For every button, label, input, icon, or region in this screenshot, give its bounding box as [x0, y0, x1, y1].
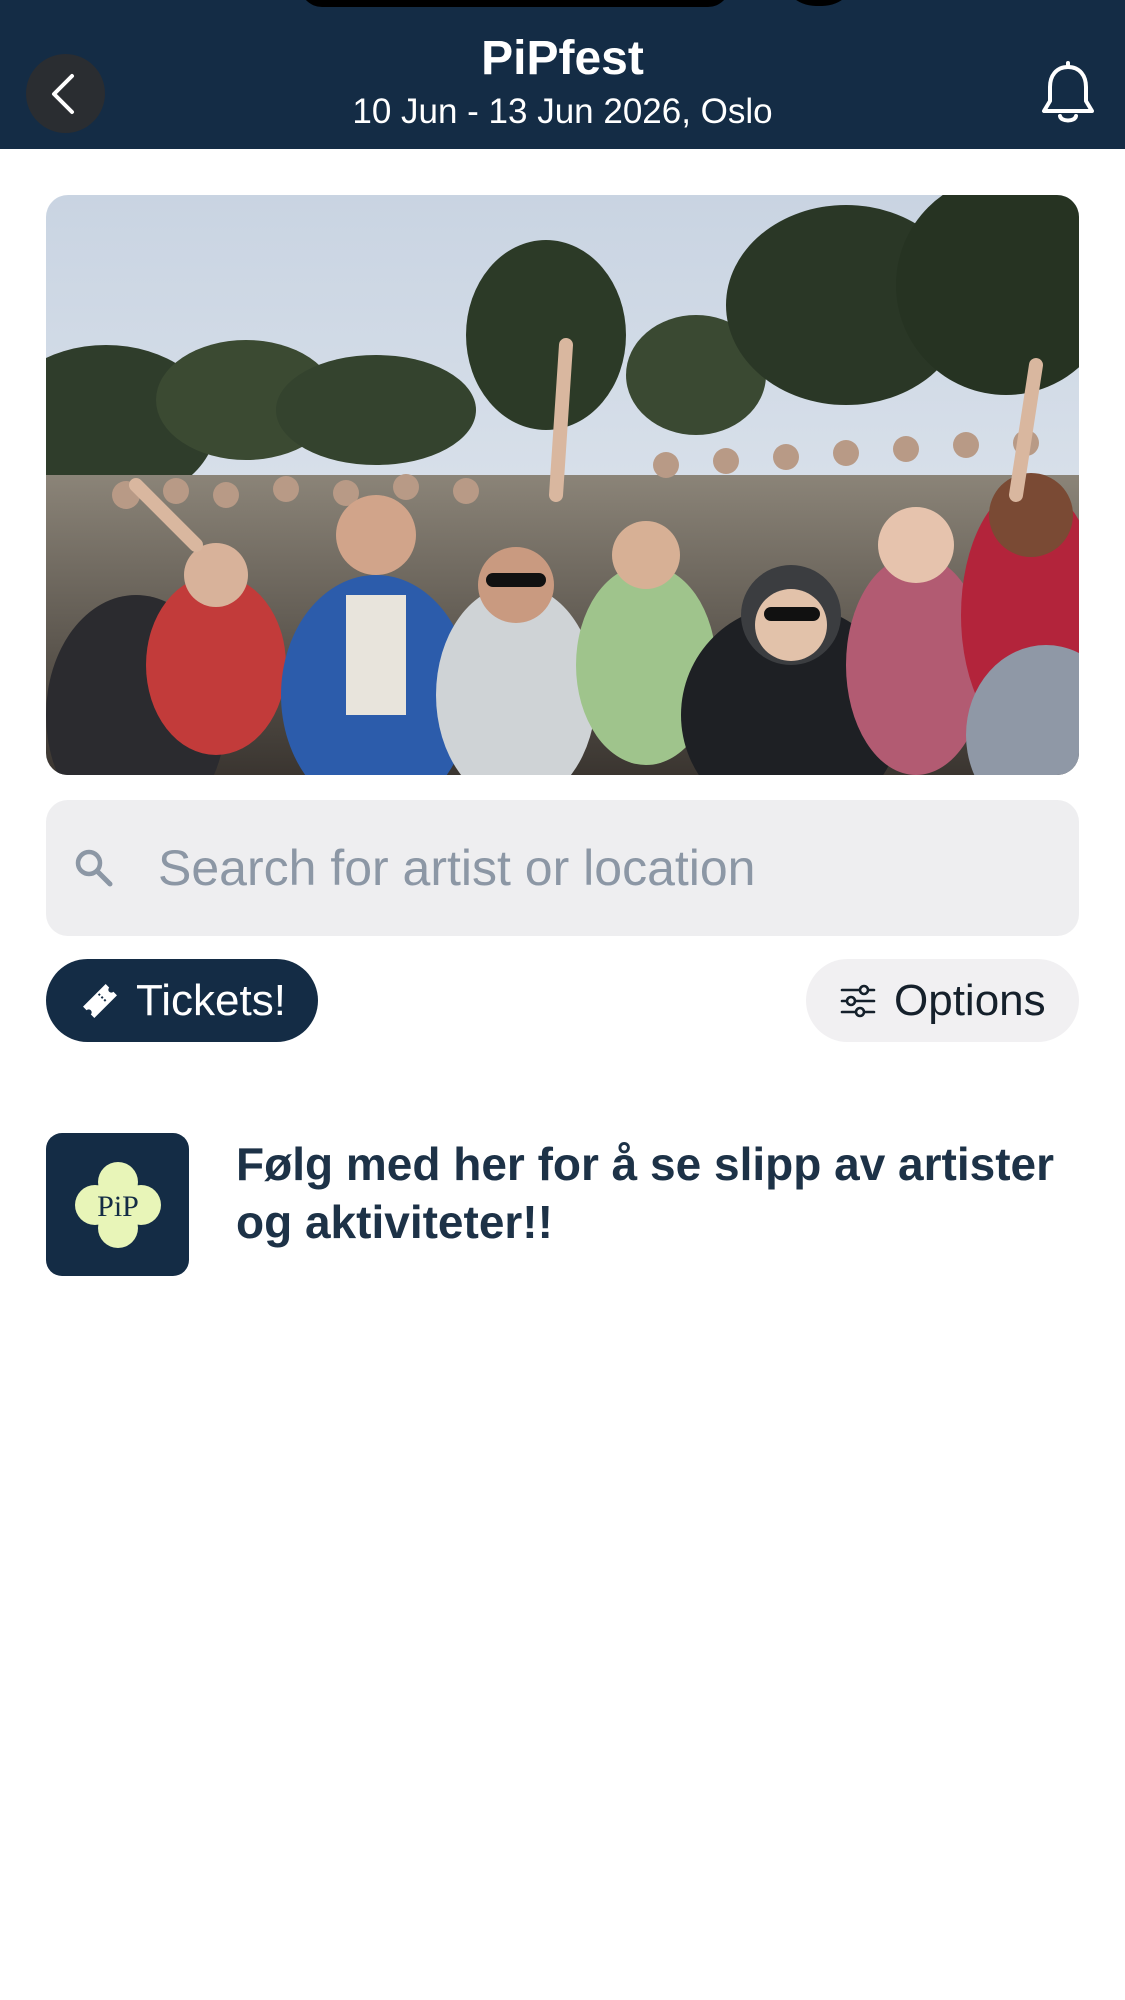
flower-logo-icon: PiP	[74, 1161, 161, 1248]
notifications-button[interactable]	[1036, 60, 1100, 128]
options-button-label: Options	[894, 976, 1046, 1025]
logo-text: PiP	[97, 1190, 139, 1223]
search-icon	[75, 849, 113, 887]
sliders-icon	[840, 984, 876, 1017]
feed-item-text: Følg med her for å se slipp av artister …	[236, 1138, 1055, 1248]
app-header: PiPfest 10 Jun - 13 Jun 2026, Oslo	[0, 0, 1125, 149]
search-bar[interactable]	[46, 800, 1079, 936]
tickets-button[interactable]: Tickets!	[46, 959, 318, 1042]
crowd-photo	[46, 195, 1079, 775]
bell-icon	[1042, 61, 1094, 123]
pip-logo: PiP	[46, 1133, 189, 1276]
tickets-button-label: Tickets!	[136, 976, 286, 1025]
page-title: PiPfest	[481, 32, 644, 85]
festival-hero-image	[46, 195, 1079, 775]
options-button[interactable]: Options	[806, 959, 1079, 1042]
search-input[interactable]	[158, 830, 1038, 906]
status-bar-notch	[300, 0, 730, 7]
ticket-icon	[83, 983, 117, 1018]
feed-item[interactable]: PiP Følg med her for å se slipp av artis…	[46, 1133, 1079, 1276]
status-bar-camera	[780, 0, 858, 6]
event-dates-location: 10 Jun - 13 Jun 2026, Oslo	[352, 92, 773, 131]
